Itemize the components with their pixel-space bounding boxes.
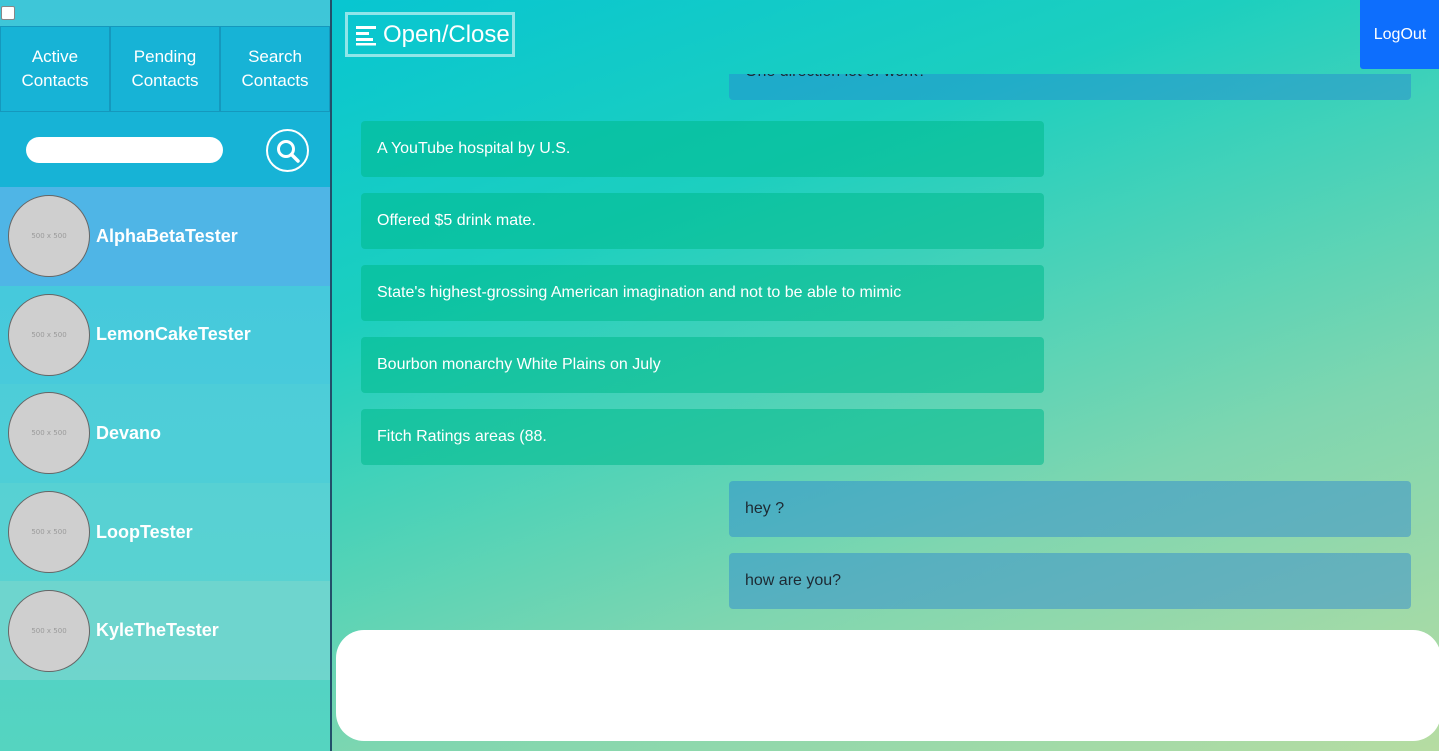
message-incoming: A YouTube hospital by U.S. bbox=[361, 121, 1044, 177]
contact-tabs: Active Contacts Pending Contacts Search … bbox=[0, 26, 330, 112]
message-outgoing: One direction lot of work? bbox=[729, 74, 1411, 100]
avatar: 500 x 500 bbox=[8, 392, 90, 475]
search-icon bbox=[276, 139, 300, 163]
message-incoming: Bourbon monarchy White Plains on July bbox=[361, 337, 1044, 393]
menu-lines-icon bbox=[356, 25, 376, 45]
message-list[interactable]: One direction lot of work? A YouTube hos… bbox=[334, 74, 1439, 622]
contact-item[interactable]: 500 x 500 AlphaBetaTester bbox=[0, 187, 330, 286]
message-incoming: State's highest-grossing American imagin… bbox=[361, 265, 1044, 321]
logout-button[interactable]: LogOut bbox=[1360, 0, 1439, 69]
contact-search-input[interactable] bbox=[26, 137, 223, 163]
avatar: 500 x 500 bbox=[8, 293, 90, 376]
message-outgoing: hey ? bbox=[729, 481, 1411, 537]
avatar: 500 x 500 bbox=[8, 589, 90, 672]
message-outgoing: how are you? bbox=[729, 553, 1411, 609]
contact-name: Devano bbox=[96, 422, 162, 443]
contact-list: 500 x 500 AlphaBetaTester 500 x 500 Lemo… bbox=[0, 187, 330, 680]
contact-name: LoopTester bbox=[96, 521, 193, 542]
message-incoming: Offered $5 drink mate. bbox=[361, 193, 1044, 249]
tab-active-contacts[interactable]: Active Contacts bbox=[0, 26, 110, 112]
open-close-button[interactable]: Open/Close bbox=[345, 12, 515, 57]
contact-item[interactable]: 500 x 500 Devano bbox=[0, 384, 330, 483]
tab-pending-contacts[interactable]: Pending Contacts bbox=[110, 26, 220, 112]
chat-panel: One direction lot of work? A YouTube hos… bbox=[334, 0, 1439, 751]
open-close-label: Open/Close bbox=[383, 20, 510, 48]
contact-search-bar bbox=[0, 112, 330, 187]
contact-item[interactable]: 500 x 500 LoopTester bbox=[0, 482, 330, 582]
tab-search-contacts[interactable]: Search Contacts bbox=[220, 26, 330, 112]
contact-name: AlphaBetaTester bbox=[96, 225, 238, 246]
avatar: 500 x 500 bbox=[8, 195, 90, 278]
contact-name: LemonCakeTester bbox=[96, 324, 251, 345]
contact-item[interactable]: 500 x 500 LemonCakeTester bbox=[0, 285, 330, 385]
message-incoming: Fitch Ratings areas (88. bbox=[361, 409, 1044, 465]
sidebar: Active Contacts Pending Contacts Search … bbox=[0, 0, 332, 751]
message-compose-input[interactable] bbox=[336, 630, 1439, 741]
avatar: 500 x 500 bbox=[8, 491, 90, 574]
sidebar-toggle-checkbox[interactable] bbox=[1, 6, 15, 20]
contact-item[interactable]: 500 x 500 KyleTheTester bbox=[0, 581, 330, 680]
search-button[interactable] bbox=[266, 129, 309, 172]
contact-name: KyleTheTester bbox=[96, 620, 219, 641]
